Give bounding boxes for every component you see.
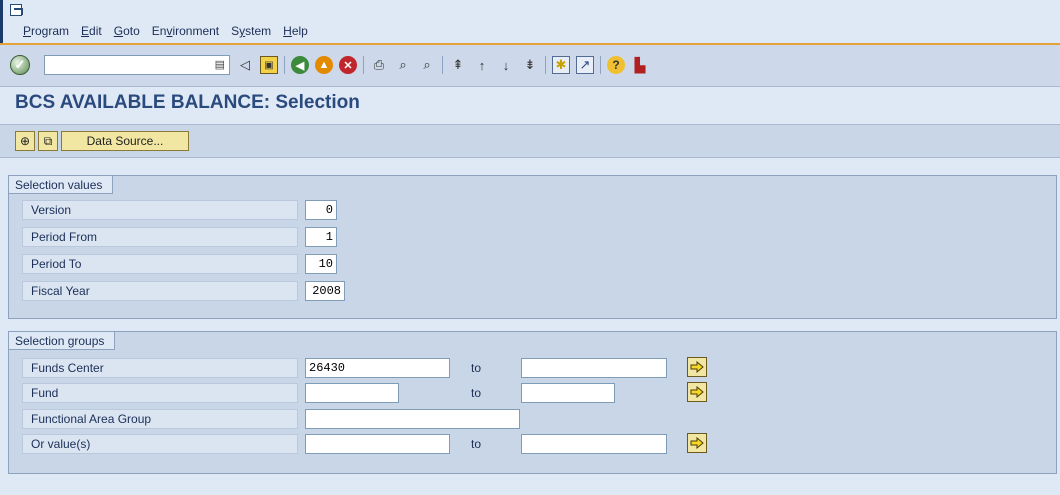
selection-values-frame: Selection values Version Period From Per… (8, 175, 1057, 319)
menu-items: Program Edit Goto Environment System Hel… (17, 24, 314, 38)
data-source-button[interactable]: Data Source... (61, 131, 189, 151)
fund-from-input[interactable] (305, 383, 399, 403)
toolbar-separator (284, 56, 285, 74)
toolbar-separator (545, 56, 546, 74)
toolbar-separator (442, 56, 443, 74)
funds-center-label: Funds Center (22, 358, 298, 378)
functional-area-group-input[interactable] (305, 409, 520, 429)
print-icon[interactable]: ⎙ (370, 56, 388, 74)
menu-edit[interactable]: Edit (75, 24, 108, 38)
cancel-icon[interactable]: ✕ (339, 56, 357, 74)
or-values-multiple-selection-button[interactable] (687, 433, 707, 453)
execute-icon[interactable]: ⊕ (15, 131, 35, 151)
fund-to-label: to (471, 386, 482, 400)
menu-goto[interactable]: Goto (108, 24, 146, 38)
funds-center-to-label: to (471, 361, 482, 375)
selection-groups-title: Selection groups (9, 332, 116, 350)
or-values-to-label: to (471, 437, 482, 451)
last-page-icon[interactable]: ⇟ (521, 56, 539, 74)
or-values-from-input[interactable] (305, 434, 450, 454)
funds-center-from-input[interactable] (305, 358, 450, 378)
previous-page-icon[interactable]: ↑ (473, 56, 491, 74)
next-page-icon[interactable]: ↓ (497, 56, 515, 74)
selection-groups-frame: Selection groups Funds Center to Fund to… (8, 331, 1057, 474)
or-values-label: Or value(s) (22, 434, 298, 454)
arrow-right-icon (690, 386, 704, 398)
standard-toolbar: ✓ ▤ ◁ ▣ ◀ ▲ ✕ ⎙ ⌕ ⌕ ⇞ ↑ ↓ ⇟ ✱ ↗ ? ▙ (0, 45, 1060, 87)
fund-multiple-selection-button[interactable] (687, 382, 707, 402)
functional-area-group-label: Functional Area Group (22, 409, 298, 429)
period-to-label: Period To (22, 254, 298, 274)
help-icon[interactable]: ? (607, 56, 625, 74)
menu-environment[interactable]: Environment (146, 24, 225, 38)
variant-icon[interactable]: ⧉ (38, 131, 58, 151)
find-next-icon[interactable]: ⌕ (418, 56, 436, 74)
system-menu-icon[interactable] (10, 4, 23, 16)
version-input[interactable] (305, 200, 337, 220)
fiscal-year-input[interactable] (305, 281, 345, 301)
first-page-icon[interactable]: ⇞ (449, 56, 467, 74)
arrow-right-icon (690, 361, 704, 373)
command-history-icon[interactable]: ▤ (215, 58, 225, 71)
fund-to-input[interactable] (521, 383, 615, 403)
menu-system[interactable]: System (225, 24, 277, 38)
fund-label: Fund (22, 383, 298, 403)
menu-help[interactable]: Help (277, 24, 314, 38)
page-title: BCS AVAILABLE BALANCE: Selection (15, 92, 360, 113)
funds-center-multiple-selection-button[interactable] (687, 357, 707, 377)
menu-bar: Program Edit Goto Environment System Hel… (0, 0, 1060, 44)
shortcut-icon[interactable]: ↗ (576, 56, 594, 74)
enter-icon[interactable]: ✓ (10, 55, 30, 75)
menu-program[interactable]: Program (17, 24, 75, 38)
back-arrow-icon[interactable]: ◁ (236, 56, 254, 74)
period-to-input[interactable] (305, 254, 337, 274)
customize-layout-icon[interactable]: ▙ (631, 56, 649, 74)
save-icon[interactable]: ▣ (260, 56, 278, 74)
arrow-right-icon (690, 437, 704, 449)
back-icon[interactable]: ◀ (291, 56, 309, 74)
version-label: Version (22, 200, 298, 220)
period-from-label: Period From (22, 227, 298, 247)
new-session-icon[interactable]: ✱ (552, 56, 570, 74)
or-values-to-input[interactable] (521, 434, 667, 454)
selection-values-title: Selection values (9, 176, 114, 194)
fiscal-year-label: Fiscal Year (22, 281, 298, 301)
exit-icon[interactable]: ▲ (315, 56, 333, 74)
toolbar-separator (600, 56, 601, 74)
toolbar-separator (363, 56, 364, 74)
find-icon[interactable]: ⌕ (394, 56, 412, 74)
funds-center-to-input[interactable] (521, 358, 667, 378)
period-from-input[interactable] (305, 227, 337, 247)
application-toolbar: ⊕ ⧉ Data Source... (0, 124, 1060, 158)
command-field[interactable]: ▤ (44, 55, 230, 75)
